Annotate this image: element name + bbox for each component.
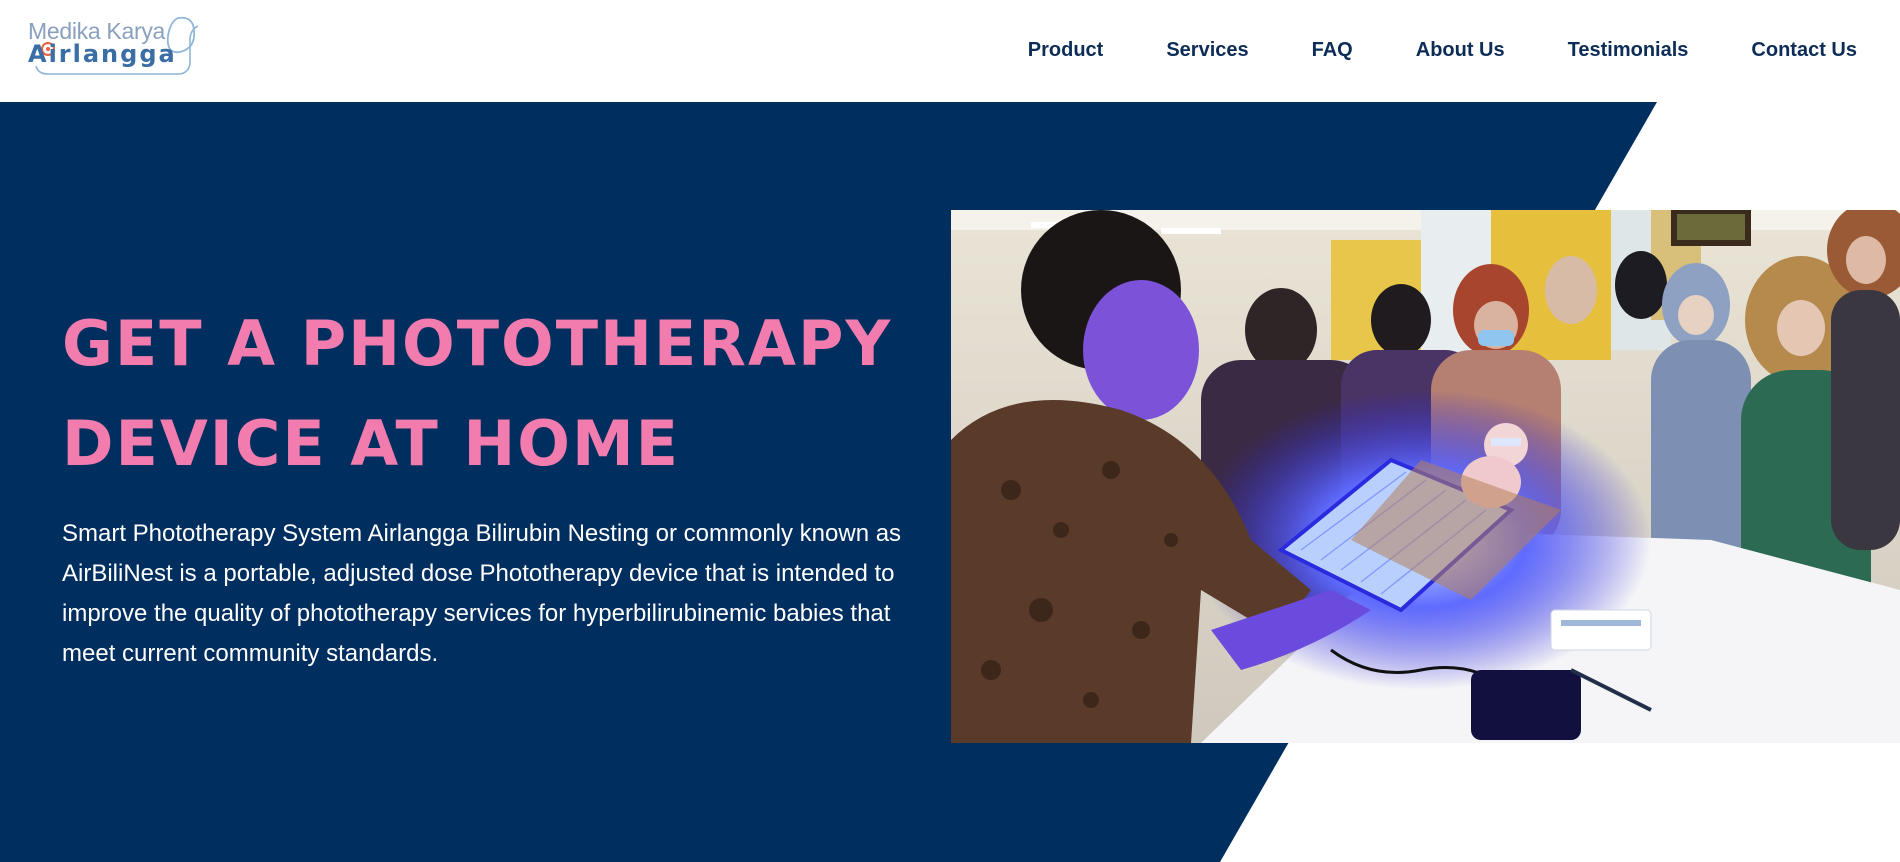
hero-photo [951,210,1900,743]
main-nav: Product Services FAQ About Us Testimonia… [965,39,1857,62]
hero-description: Smart Phototherapy System Airlangga Bili… [62,520,902,667]
site-header: Medika Karya Airlangga Product Services … [0,0,1900,102]
nav-about-us[interactable]: About Us [1416,39,1505,62]
hero-title-line-2: DEVICE AT HOME [62,407,680,480]
nav-faq[interactable]: FAQ [1312,39,1353,62]
hero-title: GET A PHOTOTHERAPY DEVICE AT HOME [62,294,942,494]
nav-contact-us[interactable]: Contact Us [1751,39,1857,62]
nav-product[interactable]: Product [1028,39,1104,62]
brand-name-bottom: Airlangga [28,40,177,68]
hero-title-line-1: GET A PHOTOTHERAPY [62,307,893,380]
phototherapy-device-demonstration-photo [951,210,1900,743]
nav-services[interactable]: Services [1166,39,1248,62]
nav-testimonials[interactable]: Testimonials [1568,39,1689,62]
brand-logo[interactable]: Medika Karya Airlangga [28,16,198,76]
